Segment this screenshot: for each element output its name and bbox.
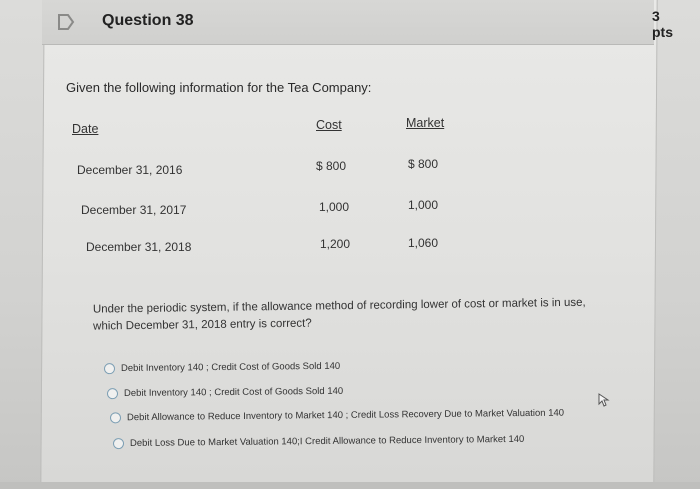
table-row-cost: $ 800 <box>316 159 347 173</box>
table-row-market: 1,000 <box>408 198 439 212</box>
header-cost: Cost <box>316 118 342 132</box>
radio-button[interactable] <box>106 388 119 400</box>
page-bottom-edge <box>0 482 700 489</box>
table-row-market: 1,060 <box>408 236 439 250</box>
bookmark-flag-icon[interactable] <box>56 12 76 32</box>
header-date: Date <box>72 122 99 136</box>
answer-option-label: Debit Inventory 140 ; Credit Cost of Goo… <box>120 360 341 375</box>
radio-button[interactable] <box>109 412 122 424</box>
answer-option-label: Debit Inventory 140 ; Credit Cost of Goo… <box>123 385 344 400</box>
question-prompt: Under the periodic system, if the allowa… <box>92 296 586 333</box>
question-header: Question 38 3 pts <box>42 0 673 45</box>
table-row-date: December 31, 2018 <box>86 240 192 254</box>
table-row-date: December 31, 2016 <box>77 163 183 177</box>
radio-button[interactable] <box>103 363 116 375</box>
mouse-pointer-icon <box>598 393 610 407</box>
header-market: Market <box>406 116 445 130</box>
table-row-date: December 31, 2017 <box>81 203 187 217</box>
question-points: 3 pts <box>652 8 673 40</box>
question-title: Question 38 <box>102 12 194 29</box>
table-row-cost: 1,200 <box>320 237 351 251</box>
table-row-market: $ 800 <box>408 157 439 171</box>
question-intro: Given the following information for the … <box>66 80 372 95</box>
table-row-cost: 1,000 <box>319 200 350 214</box>
radio-button[interactable] <box>112 438 125 450</box>
